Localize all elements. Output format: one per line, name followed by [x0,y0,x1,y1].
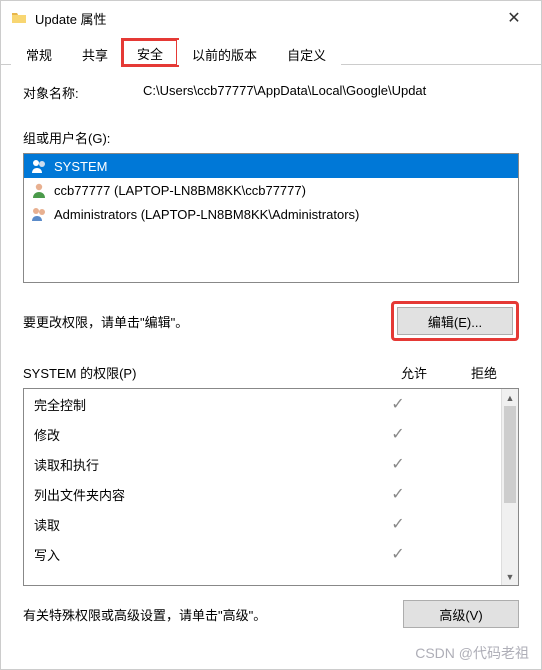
groups-list[interactable]: SYSTEM ccb77777 (LAPTOP-LN8BM8KK\ccb7777… [23,153,519,283]
list-item[interactable]: SYSTEM [24,154,518,178]
check-icon: ✓ [367,454,429,474]
tab-sharing[interactable]: 共享 [67,40,123,65]
list-item-label: SYSTEM [54,159,107,174]
permissions-list: 完全控制✓ 修改✓ 读取和执行✓ 列出文件夹内容✓ 读取✓ 写入✓ ▲ ▼ [23,388,519,586]
edit-row: 要更改权限，请单击"编辑"。 编辑(E)... [23,301,519,341]
user-icon [30,181,48,199]
users-icon [30,157,48,175]
edit-highlight: 编辑(E)... [391,301,519,341]
edit-hint: 要更改权限，请单击"编辑"。 [23,312,391,331]
scrollbar[interactable]: ▲ ▼ [501,389,518,585]
users-icon [30,205,48,223]
tab-customize[interactable]: 自定义 [272,40,341,65]
check-icon: ✓ [367,394,429,414]
object-path-row: 对象名称: C:\Users\ccb77777\AppData\Local\Go… [23,83,519,102]
window-title: Update 属性 [35,9,491,28]
object-path-label: 对象名称: [23,83,143,102]
tab-security[interactable]: 安全 [123,40,177,65]
list-item-label: ccb77777 (LAPTOP-LN8BM8KK\ccb77777) [54,183,306,198]
tab-previous-versions[interactable]: 以前的版本 [177,40,272,65]
permissions-col-deny: 拒绝 [449,363,519,382]
check-icon: ✓ [367,484,429,504]
permission-row: 读取和执行✓ [24,449,501,479]
tab-general[interactable]: 常规 [11,40,67,65]
check-icon: ✓ [367,514,429,534]
close-icon: ✕ [507,8,520,28]
scroll-down-icon[interactable]: ▼ [502,568,518,585]
list-item[interactable]: Administrators (LAPTOP-LN8BM8KK\Administ… [24,202,518,226]
edit-button[interactable]: 编辑(E)... [397,307,513,335]
permission-row: 列出文件夹内容✓ [24,479,501,509]
permission-row: 读取✓ [24,509,501,539]
security-panel: 对象名称: C:\Users\ccb77777\AppData\Local\Go… [1,65,541,646]
permission-row: 写入✓ [24,539,501,569]
watermark: CSDN @代码老祖 [415,643,529,663]
properties-dialog: Update 属性 ✕ 常规 共享 安全 以前的版本 自定义 对象名称: C:\… [0,0,542,670]
permissions-header: SYSTEM 的权限(P) 允许 拒绝 [23,363,519,382]
permissions-title: SYSTEM 的权限(P) [23,363,379,382]
list-item[interactable]: ccb77777 (LAPTOP-LN8BM8KK\ccb77777) [24,178,518,202]
folder-icon [11,10,27,26]
advanced-row: 有关特殊权限或高级设置，请单击"高级"。 高级(V) [23,600,519,628]
titlebar: Update 属性 ✕ [1,1,541,35]
list-item-label: Administrators (LAPTOP-LN8BM8KK\Administ… [54,207,359,222]
object-path-value: C:\Users\ccb77777\AppData\Local\Google\U… [143,83,519,102]
check-icon: ✓ [367,544,429,564]
scroll-thumb[interactable] [504,406,516,503]
permission-row: 修改✓ [24,419,501,449]
tabs: 常规 共享 安全 以前的版本 自定义 [1,35,541,65]
permission-row: 完全控制✓ [24,389,501,419]
advanced-hint: 有关特殊权限或高级设置，请单击"高级"。 [23,605,403,624]
close-button[interactable]: ✕ [491,3,537,33]
permissions-col-allow: 允许 [379,363,449,382]
permissions-inner: 完全控制✓ 修改✓ 读取和执行✓ 列出文件夹内容✓ 读取✓ 写入✓ [24,389,501,585]
check-icon: ✓ [367,424,429,444]
advanced-button[interactable]: 高级(V) [403,600,519,628]
groups-label: 组或用户名(G): [23,128,519,147]
scroll-track[interactable] [502,406,518,568]
scroll-up-icon[interactable]: ▲ [502,389,518,406]
